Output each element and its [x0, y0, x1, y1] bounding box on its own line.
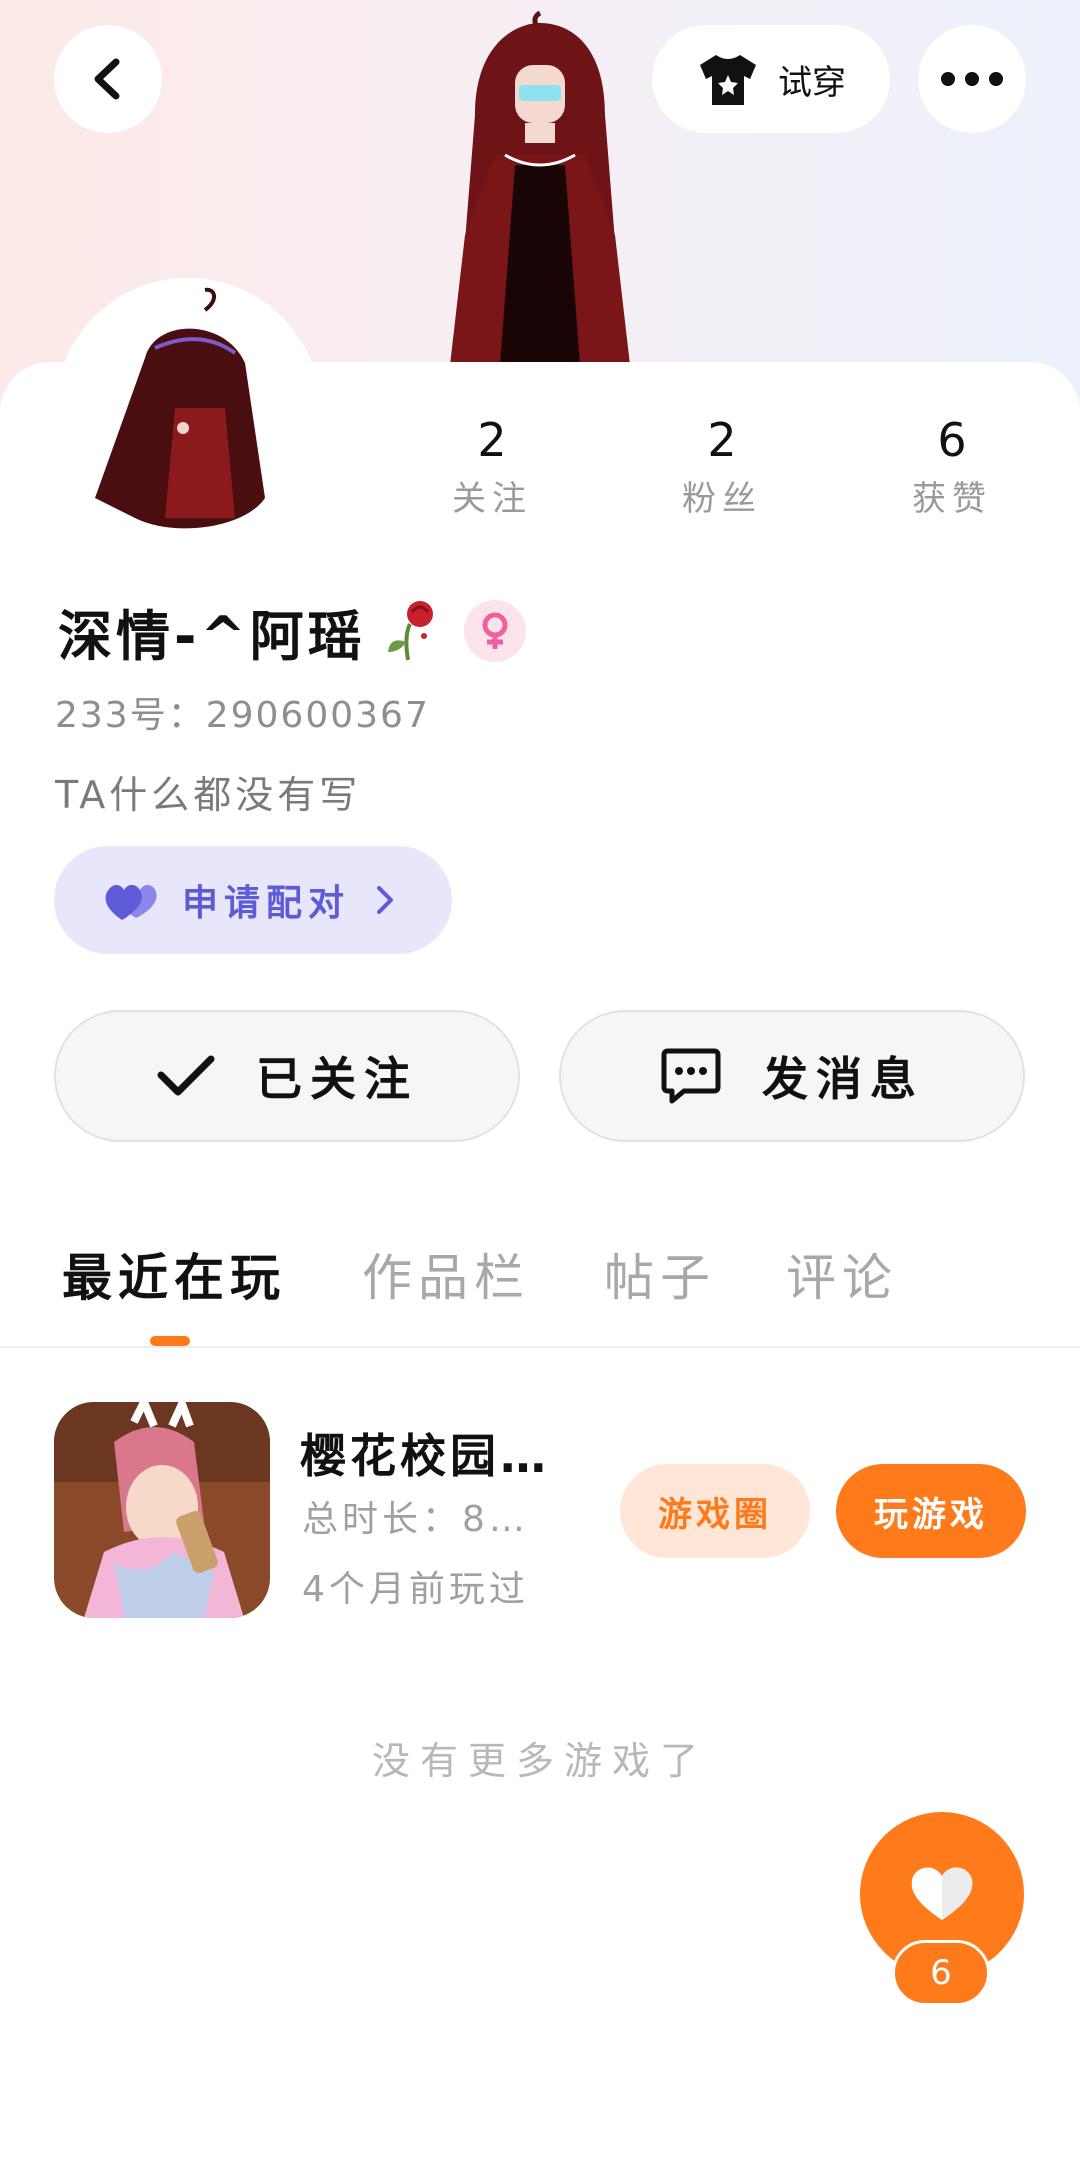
game-total-time: 总时长：8… — [302, 1499, 529, 1540]
more-button[interactable] — [918, 25, 1026, 133]
list-item[interactable]: 樱花校园… 总时长：8… 4个月前玩过 游戏圈 玩游戏 — [0, 1400, 1080, 1620]
chevron-right-icon — [377, 886, 394, 914]
stat-followers-label: 粉丝 — [682, 479, 762, 519]
female-icon — [482, 612, 508, 649]
game-icon-image[interactable] — [54, 1402, 270, 1618]
tab-comments[interactable]: 评论 — [786, 1238, 898, 1310]
stat-likes[interactable]: 6 获赞 — [872, 408, 1032, 526]
avatar[interactable] — [55, 278, 321, 544]
followed-button[interactable]: 已关注 — [54, 1010, 520, 1142]
gender-badge — [463, 600, 526, 662]
wilted-rose-icon — [387, 601, 433, 661]
tab-works[interactable]: 作品栏 — [362, 1238, 530, 1310]
tab-posts[interactable]: 帖子 — [604, 1238, 716, 1310]
double-heart-icon — [105, 884, 157, 920]
chat-bubble-icon — [661, 1048, 721, 1104]
like-count-badge: 6 — [892, 1940, 990, 2006]
name-row: 深情-^阿瑶 — [58, 588, 526, 674]
check-icon — [157, 1055, 215, 1096]
game-title: 樱花校园… — [300, 1429, 550, 1483]
no-more-games-text: 没有更多游戏了 — [371, 1739, 708, 1783]
stat-followers-value: 2 — [707, 413, 737, 467]
stat-following-label: 关注 — [452, 479, 532, 519]
stat-following-value: 2 — [477, 413, 507, 467]
tabs-divider — [0, 1346, 1080, 1348]
try-on-button[interactable]: 试穿 — [652, 25, 890, 133]
send-message-button[interactable]: 发消息 — [559, 1010, 1025, 1142]
user-bio: TA什么都没有写 — [55, 773, 362, 817]
stat-following[interactable]: 2 关注 — [412, 408, 572, 526]
play-game-button[interactable]: 玩游戏 — [836, 1464, 1026, 1558]
game-cover-icon — [54, 1402, 270, 1618]
back-button[interactable] — [54, 25, 162, 133]
send-message-label: 发消息 — [762, 1052, 924, 1106]
request-pair-label: 申请配对 — [182, 883, 351, 924]
user-id: 233号：290600367 — [55, 695, 430, 736]
try-on-label: 试穿 — [778, 62, 846, 103]
game-last-played: 4个月前玩过 — [302, 1569, 529, 1610]
stat-likes-label: 获赞 — [912, 479, 992, 519]
more-horizontal-icon — [941, 72, 1003, 86]
game-circle-button[interactable]: 游戏圈 — [620, 1464, 810, 1558]
stat-likes-value: 6 — [937, 413, 967, 467]
content-tabs: 最近在玩 作品栏 帖子 评论 — [0, 1228, 1080, 1348]
stat-followers[interactable]: 2 粉丝 — [642, 408, 802, 526]
request-pair-button[interactable]: 申请配对 — [54, 846, 452, 954]
followed-label: 已关注 — [256, 1052, 418, 1106]
heart-icon — [911, 1867, 973, 1920]
tab-recently-played[interactable]: 最近在玩 — [62, 1238, 286, 1310]
shirt-icon — [700, 55, 756, 105]
hero-avatar-3d-character[interactable] — [405, 5, 675, 365]
avatar-character-image — [55, 278, 321, 544]
user-name: 深情-^阿瑶 — [58, 604, 366, 668]
chevron-left-icon — [94, 58, 120, 100]
active-tab-indicator — [150, 1336, 190, 1346]
